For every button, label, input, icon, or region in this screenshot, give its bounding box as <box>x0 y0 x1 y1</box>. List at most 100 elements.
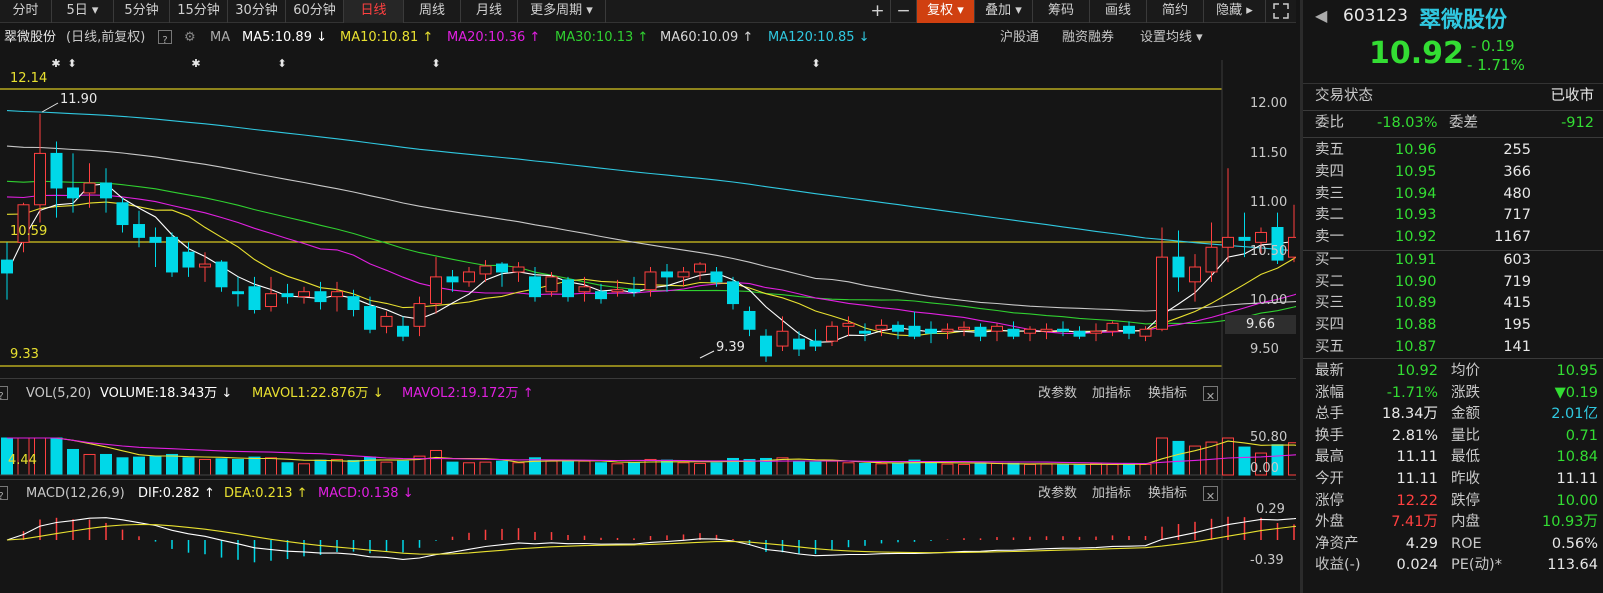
add-indicator-button[interactable]: 加指标 <box>1092 384 1131 404</box>
stock-name: 翠微股份 <box>1419 8 1508 33</box>
candle-body <box>1007 328 1020 337</box>
switch-indicator-button[interactable]: 换指标 <box>1148 484 1187 504</box>
period-daily[interactable]: 日线 <box>344 0 404 23</box>
price-tick: 10.00 <box>1250 293 1288 308</box>
draw-line-button[interactable]: 画线 <box>1090 0 1147 23</box>
change-params-button[interactable]: 改参数 <box>1038 384 1077 404</box>
gear-icon[interactable]: ⚙ <box>184 28 196 48</box>
period-5min[interactable]: 5分钟 <box>114 0 170 23</box>
candle-body <box>1106 322 1119 332</box>
add-indicator-button[interactable]: 加指标 <box>1092 484 1131 504</box>
price-tick: 12.00 <box>1250 96 1288 111</box>
ask-level-label: 卖三 <box>1315 185 1344 202</box>
volume-bar <box>149 455 162 476</box>
overlay-button[interactable]: 叠加 ▾ <box>975 0 1033 23</box>
volume-title: VOL(5,20) <box>26 386 92 401</box>
stats-row: 总手 18.34万 金额 2.01亿 <box>1303 404 1603 426</box>
volume-bar <box>925 461 937 476</box>
prev-stock-icon[interactable]: ◀ <box>1315 6 1327 25</box>
stock-code: 603123 <box>1343 6 1408 26</box>
zoom-in-button[interactable]: + <box>865 0 891 23</box>
volume-bar <box>331 458 343 476</box>
candle-body <box>512 266 525 273</box>
stats-row: 今开 11.11 昨收 11.11 <box>1303 469 1603 491</box>
adjust-button[interactable]: 复权 ▾ <box>917 0 975 23</box>
candle-body <box>397 325 409 337</box>
stat-label: 涨停 <box>1315 492 1344 509</box>
hk-connect-link[interactable]: 沪股通 <box>1000 28 1039 48</box>
stat-label: 内盘 <box>1451 514 1480 531</box>
candle-body <box>331 291 343 298</box>
candle-body <box>875 324 888 330</box>
volume-bar <box>1024 463 1036 476</box>
period-monthly[interactable]: 月线 <box>461 0 518 23</box>
volume-bar <box>941 463 954 476</box>
stats-row: 最新 10.92 均价 10.95 <box>1303 361 1603 383</box>
chips-button[interactable]: 筹码 <box>1033 0 1090 23</box>
candle-body <box>1238 236 1251 241</box>
candle-body <box>50 152 63 189</box>
period-15min[interactable]: 15分钟 <box>170 0 228 23</box>
dea-value: DEA:0.213 ↑ <box>224 486 308 501</box>
stat-label: 昨收 <box>1451 471 1480 487</box>
volume-bar <box>710 462 723 476</box>
period-more[interactable]: 更多周期 ▾ <box>518 0 606 23</box>
volume-bar <box>892 462 904 476</box>
kline-chart[interactable]: ✱ ⬍ ✱ ⬍ ⬍ ⬍ <box>0 0 1296 593</box>
candle-body <box>1172 256 1185 278</box>
bid-level-label: 买三 <box>1315 295 1344 312</box>
stat-label: 总手 <box>1315 406 1344 423</box>
volume-bar <box>50 437 63 476</box>
ma-settings-button[interactable]: 设置均线 ▾ <box>1140 28 1203 48</box>
ask-price: 10.96 <box>1395 142 1437 158</box>
volume-value: VOLUME:18.343万 ↓ <box>100 386 233 401</box>
volume-bar <box>562 460 574 476</box>
volume-bar <box>875 463 888 476</box>
period-intraday[interactable]: 分时 <box>0 0 52 23</box>
stat-value: 10.00 <box>1556 492 1598 509</box>
stat-value: 10.93万 <box>1541 514 1598 531</box>
ma30-value: MA30:10.13 ↑ <box>555 30 649 45</box>
low-annotation: 9.39 <box>716 340 745 355</box>
help-icon[interactable]: ? <box>0 486 8 502</box>
stat-value: 113.64 <box>1547 557 1598 574</box>
candle-body <box>232 291 244 295</box>
close-icon[interactable]: ✕ <box>1203 386 1218 403</box>
volume-tick: 0.00 <box>1250 461 1279 476</box>
volume-bar <box>1139 463 1152 476</box>
period-60min[interactable]: 60分钟 <box>286 0 344 23</box>
candle-body <box>1123 325 1135 334</box>
help-icon[interactable]: ? <box>158 30 172 46</box>
divider <box>1303 137 1603 138</box>
fullscreen-icon[interactable] <box>1266 0 1296 23</box>
hide-button[interactable]: 隐藏 ▸ <box>1204 0 1266 23</box>
volume-bar <box>694 462 706 476</box>
candle-body <box>199 263 211 268</box>
high-arrow <box>41 102 59 113</box>
bid-volume: 141 <box>1503 338 1531 355</box>
volume-bar <box>496 460 508 476</box>
period-30min[interactable]: 30分钟 <box>228 0 286 23</box>
volume-bar <box>1172 440 1185 476</box>
candle-body <box>364 306 376 330</box>
help-icon[interactable]: ? <box>0 386 8 402</box>
stats-row: 涨幅 -1.71% 涨跌 ▼0.19 <box>1303 383 1603 405</box>
zoom-out-button[interactable]: − <box>891 0 917 23</box>
bid-level-row: 买一 10.91 603 <box>1303 250 1603 272</box>
volume-bar <box>529 457 541 476</box>
candle-body <box>496 263 508 273</box>
bid-volume: 603 <box>1503 252 1531 268</box>
close-icon[interactable]: ✕ <box>1203 486 1218 503</box>
candle-body <box>842 322 855 327</box>
candle-body <box>83 182 96 194</box>
period-weekly[interactable]: 周线 <box>404 0 461 23</box>
margin-trading-link[interactable]: 融资融券 <box>1062 28 1114 48</box>
kline-chart-panel[interactable]: ✱ ⬍ ✱ ⬍ ⬍ ⬍ 分时 5日 ▾ 5分钟 15分钟 30分钟 60分钟 日线 周线 … <box>0 0 1296 593</box>
simple-button[interactable]: 简约 <box>1147 0 1204 23</box>
low-arrow <box>699 350 715 359</box>
period-5day[interactable]: 5日 ▾ <box>52 0 114 23</box>
change-params-button[interactable]: 改参数 <box>1038 484 1077 504</box>
bid-price: 10.91 <box>1395 252 1437 268</box>
volume-bar <box>314 459 327 476</box>
switch-indicator-button[interactable]: 换指标 <box>1148 384 1187 404</box>
